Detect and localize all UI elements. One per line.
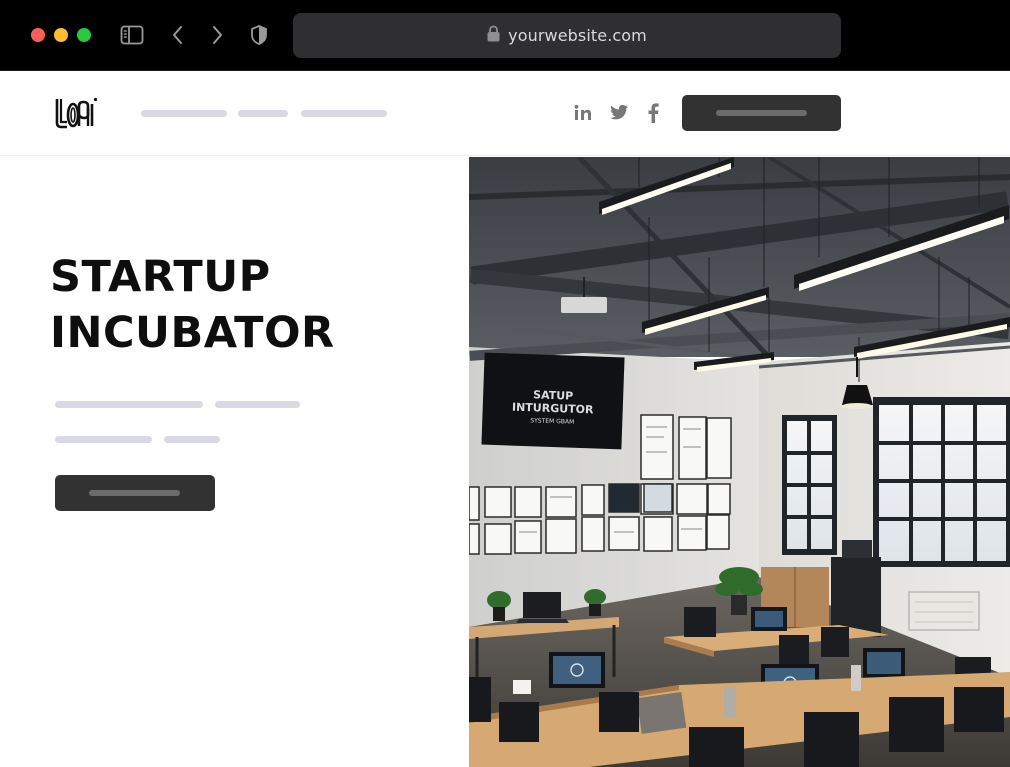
address-bar[interactable]: yourwebsite.com	[293, 13, 841, 58]
nav-link-placeholder[interactable]	[301, 110, 387, 117]
office-photo: SATUP INTURGUTOR SYSTEM GBAM	[469, 157, 1010, 767]
text-placeholder	[55, 401, 203, 408]
shield-icon[interactable]	[246, 22, 272, 48]
browser-toolbar: yourwebsite.com	[0, 0, 1010, 71]
nav-link-placeholder[interactable]	[141, 110, 227, 117]
linkedin-icon[interactable]	[572, 101, 594, 125]
twitter-icon[interactable]	[608, 101, 630, 125]
hero-cta-button[interactable]	[55, 475, 215, 511]
minimize-window-button[interactable]	[54, 28, 68, 42]
chevron-left-icon[interactable]	[165, 22, 191, 48]
button-label-placeholder	[89, 490, 180, 496]
chevron-right-icon[interactable]	[204, 22, 230, 48]
brand-logo[interactable]	[54, 96, 98, 130]
facebook-icon[interactable]	[642, 101, 664, 125]
nav-link-placeholder[interactable]	[238, 110, 288, 117]
sidebar-icon[interactable]	[119, 22, 145, 48]
url-text: yourwebsite.com	[508, 26, 647, 45]
text-placeholder	[164, 436, 220, 443]
hero-title-line-1: STARTUP	[50, 252, 271, 302]
button-label-placeholder	[716, 110, 807, 116]
site-header	[0, 71, 1010, 156]
close-window-button[interactable]	[31, 28, 45, 42]
hero-title: STARTUP INCUBATOR	[50, 249, 335, 361]
lock-icon	[487, 25, 500, 47]
header-cta-button[interactable]	[682, 95, 841, 131]
hero-title-line-2: INCUBATOR	[50, 308, 335, 358]
maximize-window-button[interactable]	[77, 28, 91, 42]
text-placeholder	[55, 436, 152, 443]
text-placeholder	[215, 401, 300, 408]
